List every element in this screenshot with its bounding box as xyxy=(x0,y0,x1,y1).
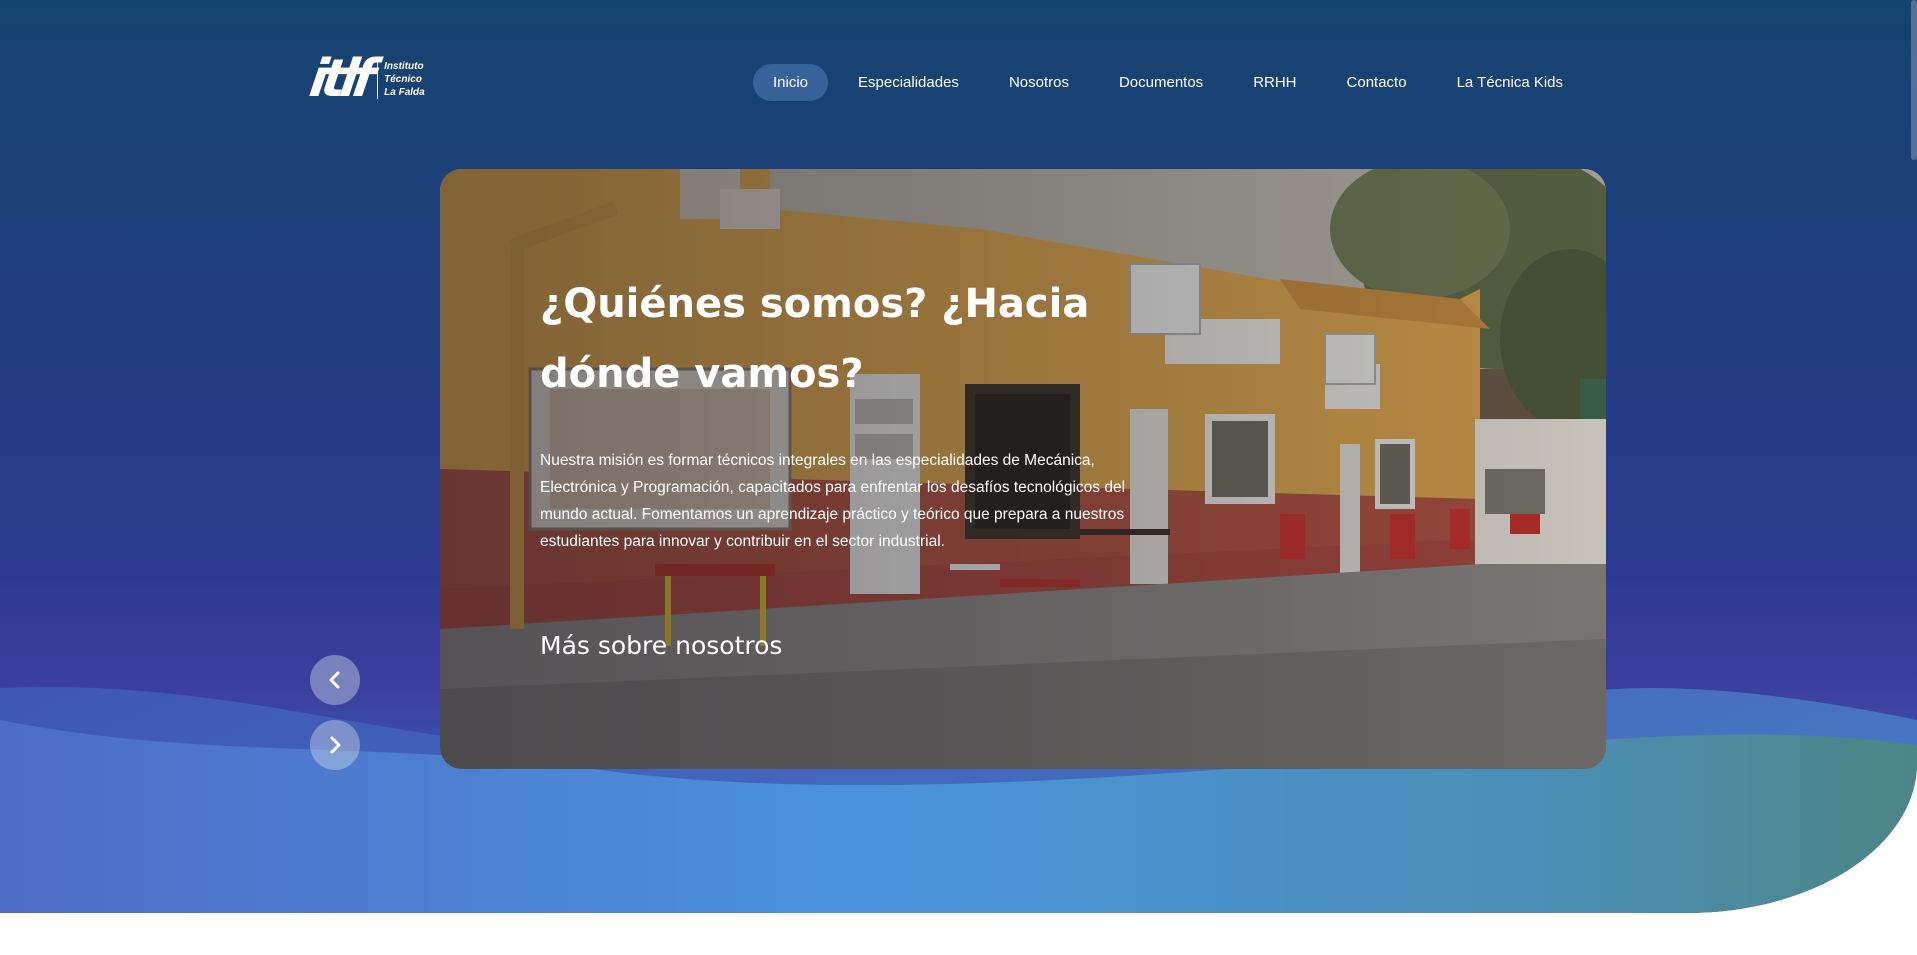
logo-line-2: Técnico xyxy=(384,73,422,85)
nav-item-la-tecnica-kids[interactable]: La Técnica Kids xyxy=(1437,64,1583,101)
carousel-prev-button[interactable] xyxy=(310,655,360,705)
hero-description: Nuestra misión es formar técnicos integr… xyxy=(540,452,1126,550)
nav-item-especialidades[interactable]: Especialidades xyxy=(838,64,979,101)
nav-item-nosotros[interactable]: Nosotros xyxy=(989,64,1089,101)
nav-item-inicio[interactable]: Inicio xyxy=(753,64,829,101)
nav-item-documentos[interactable]: Documentos xyxy=(1099,64,1223,101)
chevron-right-icon xyxy=(330,736,341,754)
nav-item-rrhh[interactable]: RRHH xyxy=(1233,64,1316,101)
logo-line-3: La Falda xyxy=(384,86,425,98)
logo-text: Instituto Técnico La Falda xyxy=(377,59,425,99)
logo-line-1: Instituto xyxy=(384,60,424,72)
page: itlf Instituto Técnico La Falda Inicio E… xyxy=(0,0,1917,955)
more-about-us-link[interactable]: Más sobre nosotros xyxy=(540,631,782,660)
scrollbar[interactable] xyxy=(1911,0,1917,160)
hero-slide: ¿Quiénes somos? ¿Hacia dónde vamos? Nues… xyxy=(440,169,1606,769)
site-logo[interactable]: itlf Instituto Técnico La Falda xyxy=(306,49,425,109)
carousel-next-button[interactable] xyxy=(310,720,360,770)
main-nav: Inicio Especialidades Nosotros Documento… xyxy=(753,64,1593,101)
logo-mark: itlf xyxy=(305,49,374,109)
hero-title: ¿Quiénes somos? ¿Hacia dónde vamos? xyxy=(540,281,1090,397)
nav-item-contacto[interactable]: Contacto xyxy=(1327,64,1427,101)
chevron-left-icon xyxy=(329,671,340,689)
